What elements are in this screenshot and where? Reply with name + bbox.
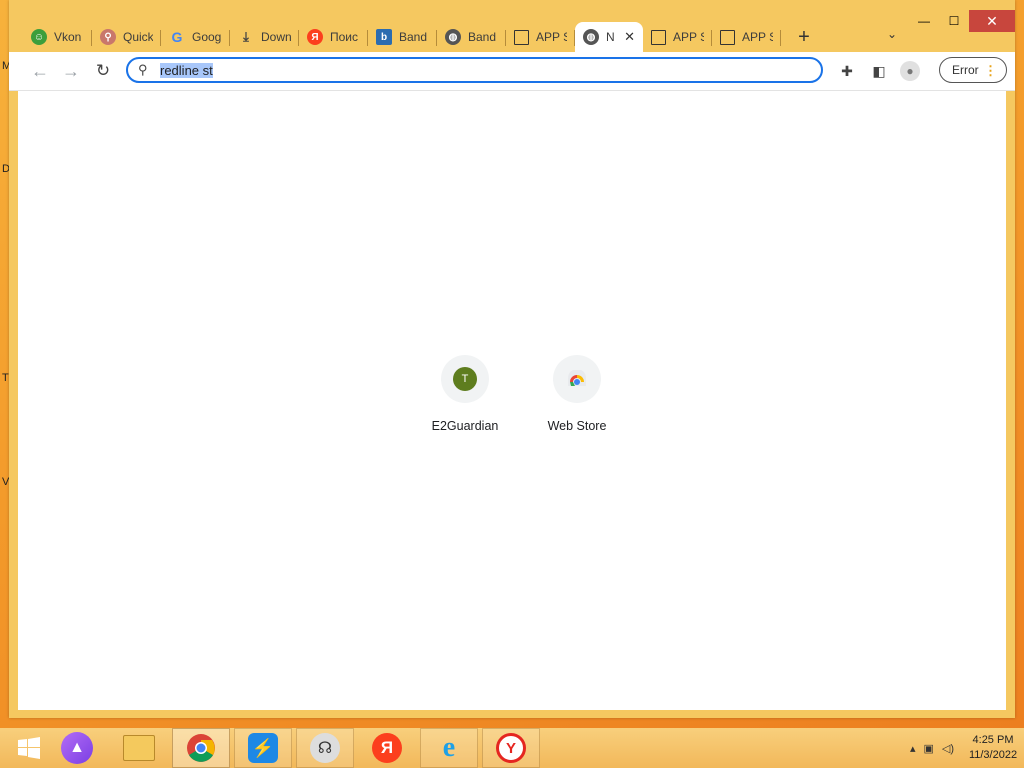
clock-time: 4:25 PM	[972, 734, 1014, 746]
maximize-button[interactable]: ☐	[939, 10, 969, 32]
back-button[interactable]: ←	[29, 60, 51, 82]
error-menu-button[interactable]: Error ⋮	[939, 57, 1007, 83]
tab-google[interactable]: G Goog	[161, 22, 230, 52]
tab-title: APP S	[673, 30, 704, 44]
volume-icon[interactable]: ◁)	[942, 742, 954, 755]
vk-icon: ☺	[31, 29, 47, 45]
tab-app-sheet-3[interactable]: APP S	[712, 22, 781, 52]
taskbar: ▲ ⚡ ☊ Я e Y ▴ ▣ ◁) 4:25 PM 11/3/2022	[0, 728, 1024, 768]
table-icon	[514, 29, 529, 45]
network-icon[interactable]: ▣	[923, 742, 933, 755]
taskbar-alice[interactable]: ▲	[48, 728, 106, 768]
globe-icon: ◍	[583, 29, 599, 45]
chrome-window: ☺ Vkon ⚲ Quick G Goog ⤓ Down Я Поис b Ba…	[9, 0, 1015, 718]
shortcut-icon-circle: T	[441, 355, 489, 403]
puzzle-icon: ✚	[841, 62, 853, 79]
yandex-browser-icon: Y	[496, 733, 526, 763]
transfer-app-icon: ⚡	[248, 733, 278, 763]
google-icon: G	[171, 29, 183, 45]
internet-explorer-icon: e	[442, 732, 456, 763]
tab-new-tab-active[interactable]: ◍ N ✕	[575, 22, 643, 52]
taskbar-internet-explorer[interactable]: e	[420, 728, 478, 768]
taskbar-chrome[interactable]	[172, 728, 230, 768]
windows-start-icon	[18, 737, 40, 759]
clock-date: 11/3/2022	[968, 749, 1018, 761]
shortcut-e2guardian[interactable]: T E2Guardian	[415, 355, 515, 433]
chrome-web-store-icon	[568, 370, 586, 386]
tab-yandex-search[interactable]: Я Поис	[299, 22, 368, 52]
chevron-down-icon: ⌄	[886, 27, 897, 41]
forward-button[interactable]: →	[60, 60, 82, 82]
taskbar-file-explorer[interactable]	[110, 728, 168, 768]
tab-strip: ☺ Vkon ⚲ Quick G Goog ⤓ Down Я Поис b Ba…	[23, 20, 819, 52]
shortcut-label: E2Guardian	[431, 419, 499, 433]
tab-search-button[interactable]: ⌄	[887, 27, 897, 41]
more-vert-icon: ⋮	[984, 62, 997, 78]
desktop-label-t: T	[2, 372, 9, 384]
bandicam-icon: b	[376, 29, 392, 45]
tab-title: Vkon	[54, 30, 82, 44]
taskbar-yandex[interactable]: Я	[358, 728, 416, 768]
reload-icon: ↻	[95, 61, 111, 80]
yandex-icon: Я	[307, 29, 323, 45]
globe-icon: ◍	[445, 29, 461, 45]
extensions-button[interactable]: ✚	[837, 61, 857, 81]
tab-title: Band	[399, 30, 428, 44]
tab-app-sheet-1[interactable]: APP S	[506, 22, 575, 52]
reload-button[interactable]: ↻	[92, 60, 114, 82]
title-bar: ☺ Vkon ⚲ Quick G Goog ⤓ Down Я Поис b Ba…	[9, 0, 1015, 52]
table-icon	[651, 29, 666, 45]
error-label: Error	[952, 63, 979, 77]
close-window-button[interactable]: ✕	[969, 10, 1015, 32]
taskbar-transfer-app[interactable]: ⚡	[234, 728, 292, 768]
clock[interactable]: 4:25 PM 11/3/2022	[962, 733, 1024, 763]
tab-title: APP S	[536, 30, 567, 44]
new-tab-button[interactable]: +	[789, 22, 819, 52]
file-explorer-icon	[123, 735, 155, 761]
browser-toolbar: ← → ↻ ⚲ redline st ✚ ◧ ● Error ⋮	[9, 52, 1015, 91]
alice-icon: ▲	[61, 732, 93, 764]
address-text-selected: redline st	[160, 62, 213, 78]
address-input[interactable]: redline st	[160, 62, 213, 78]
minimize-button[interactable]: —	[909, 10, 939, 32]
person-icon: ●	[906, 64, 914, 78]
close-tab-icon[interactable]: ✕	[624, 29, 635, 45]
tab-app-sheet-2[interactable]: APP S	[643, 22, 712, 52]
tab-quick[interactable]: ⚲ Quick	[92, 22, 161, 52]
shortcut-icon-circle	[553, 355, 601, 403]
search-icon: ⚲	[138, 62, 148, 77]
tab-vkontakte[interactable]: ☺ Vkon	[23, 22, 92, 52]
tab-title: Band	[468, 30, 497, 44]
tab-title: N	[606, 30, 615, 44]
chrome-icon	[187, 734, 215, 762]
system-tray: ▴ ▣ ◁) 4:25 PM 11/3/2022	[910, 728, 1024, 768]
search-icon: ⚲	[100, 29, 116, 45]
arrow-right-icon: →	[62, 60, 80, 81]
side-panel-icon: ◧	[872, 62, 886, 79]
tab-bandicam-2[interactable]: ◍ Band	[437, 22, 506, 52]
new-tab-page: T E2Guardian Web Store	[18, 91, 1006, 710]
headset-app-icon: ☊	[310, 733, 340, 763]
profile-button[interactable]: ●	[900, 61, 920, 81]
tab-title: Поис	[330, 30, 359, 44]
yandex-icon: Я	[372, 733, 402, 763]
taskbar-headset-app[interactable]: ☊	[296, 728, 354, 768]
download-icon: ⤓	[243, 29, 249, 44]
taskbar-yandex-browser[interactable]: Y	[482, 728, 540, 768]
window-controls: — ☐ ✕	[909, 10, 1015, 32]
shortcut-web-store[interactable]: Web Store	[527, 355, 627, 433]
tab-title: APP S	[742, 30, 773, 44]
letter-avatar-icon: T	[453, 367, 477, 391]
tab-bandicam-1[interactable]: b Band	[368, 22, 437, 52]
tab-title: Down	[261, 30, 291, 44]
show-hidden-icons-button[interactable]: ▴	[910, 742, 916, 755]
side-panel-button[interactable]: ◧	[869, 61, 889, 81]
shortcut-label: Web Store	[547, 419, 607, 433]
arrow-left-icon: ←	[31, 60, 49, 81]
tab-title: Quick	[123, 30, 153, 44]
tab-download[interactable]: ⤓ Down	[230, 22, 299, 52]
address-bar[interactable]: ⚲ redline st	[126, 57, 823, 83]
table-icon	[720, 29, 735, 45]
tab-title: Goog	[192, 30, 222, 44]
